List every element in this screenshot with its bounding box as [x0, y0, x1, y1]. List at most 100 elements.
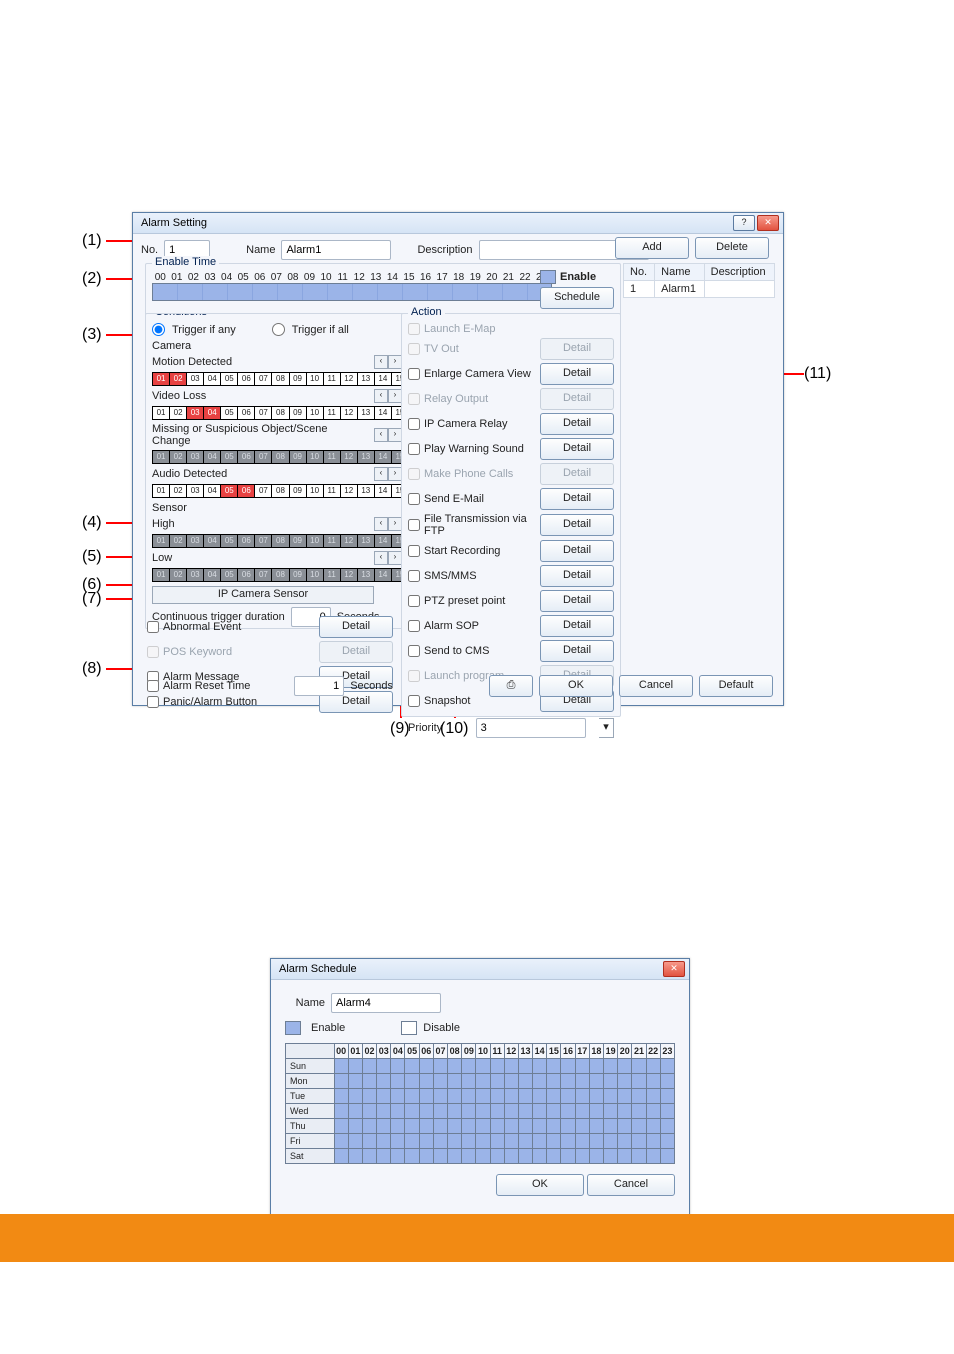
schedule-cell[interactable]	[476, 1119, 490, 1134]
schedule-cell[interactable]	[334, 1134, 348, 1149]
action-start recording-checkbox[interactable]: Start Recording	[408, 545, 500, 557]
schedule-cell[interactable]	[575, 1059, 589, 1074]
sched-cancel-button[interactable]: Cancel	[587, 1174, 675, 1196]
schedule-cell[interactable]	[448, 1134, 462, 1149]
table-row[interactable]: 1Alarm1	[624, 281, 775, 298]
schedule-cell[interactable]	[504, 1059, 518, 1074]
schedule-cell[interactable]	[462, 1089, 476, 1104]
schedule-cell[interactable]	[362, 1104, 376, 1119]
schedule-cell[interactable]	[377, 1059, 391, 1074]
schedule-cell[interactable]	[589, 1059, 603, 1074]
schedule-cell[interactable]	[462, 1134, 476, 1149]
schedule-cell[interactable]	[362, 1059, 376, 1074]
schedule-cell[interactable]	[476, 1104, 490, 1119]
schedule-cell[interactable]	[462, 1149, 476, 1164]
schedule-cell[interactable]	[561, 1059, 575, 1074]
schedule-cell[interactable]	[433, 1074, 447, 1089]
action-detail-button[interactable]: Detail	[540, 488, 614, 510]
schedule-cell[interactable]	[405, 1134, 419, 1149]
schedule-cell[interactable]	[589, 1089, 603, 1104]
help-icon[interactable]: ?	[733, 215, 755, 231]
schedule-cell[interactable]	[334, 1104, 348, 1119]
schedule-cell[interactable]	[646, 1104, 660, 1119]
abnormal-event-checkbox[interactable]: Abnormal Event	[147, 621, 241, 633]
schedule-cell[interactable]	[462, 1119, 476, 1134]
schedule-cell[interactable]	[632, 1119, 646, 1134]
nav-next-icon[interactable]: ›	[388, 355, 402, 369]
schedule-cell[interactable]	[618, 1134, 632, 1149]
schedule-cell[interactable]	[433, 1149, 447, 1164]
action-detail-button[interactable]: Detail	[540, 363, 614, 385]
sensor-high-strip[interactable]: 01020304050607080910111213141516	[152, 534, 409, 548]
schedule-cell[interactable]	[547, 1059, 561, 1074]
timeline-bar[interactable]	[152, 283, 552, 301]
schedule-cell[interactable]	[575, 1119, 589, 1134]
schedule-cell[interactable]	[533, 1074, 547, 1089]
schedule-cell[interactable]	[504, 1074, 518, 1089]
schedule-cell[interactable]	[632, 1134, 646, 1149]
schedule-cell[interactable]	[433, 1119, 447, 1134]
ok-button[interactable]: OK	[539, 675, 613, 697]
action-detail-button[interactable]: Detail	[540, 590, 614, 612]
schedule-cell[interactable]	[660, 1149, 674, 1164]
action-detail-button[interactable]: Detail	[540, 413, 614, 435]
sensor-low-strip[interactable]: 01020304050607080910111213141516	[152, 568, 409, 582]
schedule-cell[interactable]	[448, 1104, 462, 1119]
nav-prev-icon[interactable]: ‹	[374, 551, 388, 565]
schedule-cell[interactable]	[604, 1059, 618, 1074]
schedule-cell[interactable]	[362, 1149, 376, 1164]
schedule-cell[interactable]	[533, 1134, 547, 1149]
priority-field[interactable]	[476, 718, 586, 738]
schedule-cell[interactable]	[348, 1059, 362, 1074]
schedule-cell[interactable]	[377, 1074, 391, 1089]
schedule-cell[interactable]	[377, 1149, 391, 1164]
schedule-cell[interactable]	[518, 1119, 532, 1134]
audio-strip[interactable]: 01020304050607080910111213141516	[152, 484, 409, 498]
alarm-list-table[interactable]: No. Name Description 1Alarm1	[623, 263, 775, 298]
nav-next-icon[interactable]: ›	[388, 467, 402, 481]
schedule-cell[interactable]	[646, 1059, 660, 1074]
schedule-cell[interactable]	[405, 1074, 419, 1089]
action-snapshot-checkbox[interactable]: Snapshot	[408, 695, 470, 707]
schedule-cell[interactable]	[433, 1134, 447, 1149]
chevron-down-icon[interactable]: ▾	[599, 718, 614, 738]
nav-next-icon[interactable]: ›	[388, 428, 402, 442]
schedule-cell[interactable]	[589, 1074, 603, 1089]
schedule-cell[interactable]	[419, 1059, 433, 1074]
col-name[interactable]: Name	[655, 264, 704, 281]
schedule-cell[interactable]	[660, 1104, 674, 1119]
schedule-cell[interactable]	[618, 1104, 632, 1119]
schedule-cell[interactable]	[575, 1104, 589, 1119]
schedule-cell[interactable]	[646, 1134, 660, 1149]
cancel-button[interactable]: Cancel	[619, 675, 693, 697]
schedule-cell[interactable]	[448, 1149, 462, 1164]
schedule-cell[interactable]	[632, 1089, 646, 1104]
schedule-cell[interactable]	[490, 1089, 504, 1104]
schedule-cell[interactable]	[334, 1059, 348, 1074]
video-loss-strip[interactable]: 01020304050607080910111213141516	[152, 406, 409, 420]
schedule-cell[interactable]	[604, 1074, 618, 1089]
schedule-cell[interactable]	[377, 1104, 391, 1119]
schedule-cell[interactable]	[618, 1119, 632, 1134]
schedule-cell[interactable]	[533, 1104, 547, 1119]
schedule-cell[interactable]	[660, 1074, 674, 1089]
name-field[interactable]	[281, 240, 391, 260]
schedule-cell[interactable]	[504, 1134, 518, 1149]
schedule-cell[interactable]	[504, 1119, 518, 1134]
action-detail-button[interactable]: Detail	[540, 565, 614, 587]
schedule-cell[interactable]	[490, 1119, 504, 1134]
schedule-cell[interactable]	[405, 1149, 419, 1164]
schedule-cell[interactable]	[433, 1104, 447, 1119]
alarm-reset-time-checkbox[interactable]: Alarm Reset Time	[147, 680, 250, 692]
schedule-cell[interactable]	[533, 1059, 547, 1074]
schedule-cell[interactable]	[547, 1089, 561, 1104]
schedule-cell[interactable]	[348, 1149, 362, 1164]
schedule-cell[interactable]	[618, 1149, 632, 1164]
schedule-cell[interactable]	[391, 1119, 405, 1134]
schedule-cell[interactable]	[504, 1104, 518, 1119]
trigger-all-radio[interactable]: Trigger if all	[272, 323, 349, 336]
trigger-any-radio[interactable]: Trigger if any	[152, 323, 236, 336]
schedule-cell[interactable]	[490, 1134, 504, 1149]
schedule-cell[interactable]	[334, 1089, 348, 1104]
schedule-cell[interactable]	[618, 1074, 632, 1089]
